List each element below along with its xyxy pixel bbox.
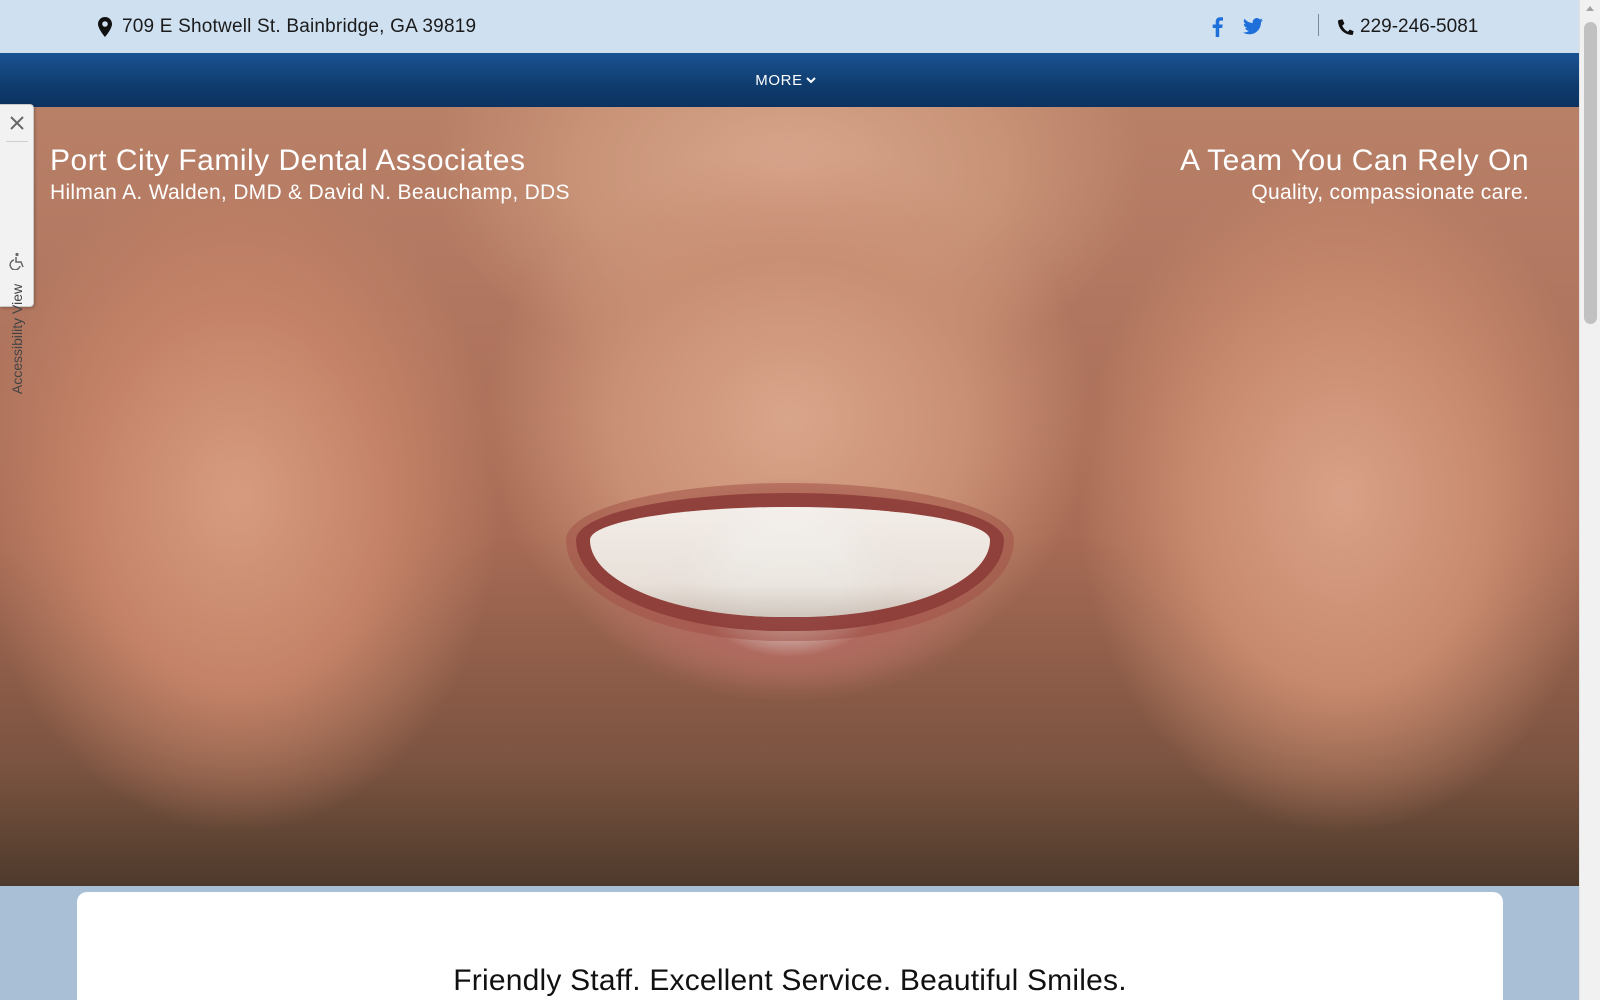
hero-banner: Port City Family Dental Associates Hilma… (0, 107, 1579, 886)
facebook-icon[interactable] (1212, 16, 1223, 37)
content-card: Friendly Staff. Excellent Service. Beaut… (77, 892, 1503, 1000)
map-pin-icon (98, 16, 112, 37)
tagline-title: A Team You Can Rely On (1180, 144, 1529, 177)
phone-number: 229-246-5081 (1360, 15, 1479, 37)
topbar-divider (1318, 14, 1319, 36)
close-icon[interactable] (7, 113, 27, 133)
wheelchair-icon (9, 252, 24, 270)
hero-practice-info: Port City Family Dental Associates Hilma… (50, 143, 570, 205)
practice-name: Port City Family Dental Associates (50, 144, 526, 177)
address[interactable]: 709 E Shotwell St. Bainbridge, GA 39819 (98, 0, 476, 53)
social-links (1212, 0, 1263, 53)
tagline-subtitle: Quality, compassionate care. (1251, 181, 1529, 204)
more-menu-button[interactable]: MORE (755, 71, 816, 89)
accessibility-view-tab[interactable]: Accessibility View (0, 104, 34, 394)
page-scrollbar[interactable] (1579, 0, 1600, 1000)
practice-doctors: Hilman A. Walden, DMD & David N. Beaucha… (50, 181, 570, 204)
top-info-bar: 709 E Shotwell St. Bainbridge, GA 39819 … (0, 0, 1579, 53)
more-menu-label: MORE (755, 71, 803, 89)
chevron-down-icon (805, 76, 816, 83)
scroll-up-arrow-icon[interactable] (1586, 6, 1594, 11)
phone-link[interactable]: 229-246-5081 (1338, 0, 1478, 53)
address-text: 709 E Shotwell St. Bainbridge, GA 39819 (122, 15, 477, 37)
section-heading: Friendly Staff. Excellent Service. Beaut… (453, 964, 1127, 997)
accessibility-view-label: Accessibility View (9, 283, 25, 395)
scrollbar-thumb[interactable] (1584, 22, 1597, 324)
hero-tagline: A Team You Can Rely On Quality, compassi… (1180, 143, 1529, 205)
main-nav: MORE (0, 53, 1579, 107)
hero-smile-image (590, 507, 990, 617)
phone-icon (1338, 18, 1354, 35)
accessibility-divider (6, 141, 28, 142)
twitter-icon[interactable] (1243, 18, 1263, 35)
